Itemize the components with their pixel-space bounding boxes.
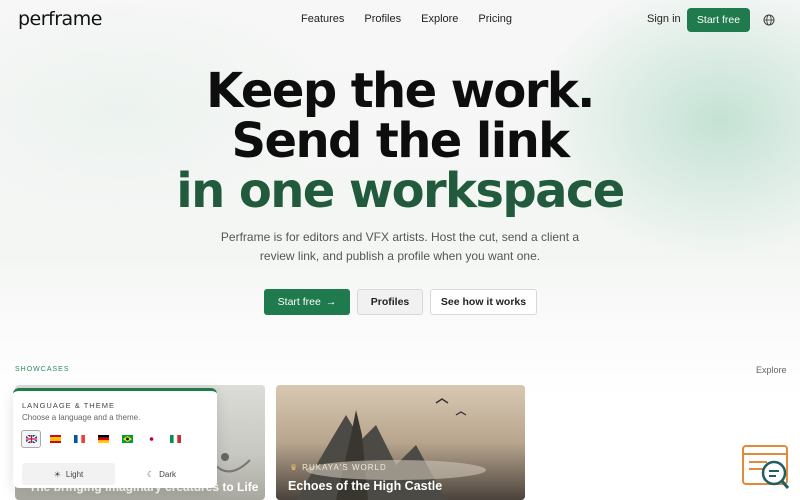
theme-light-button[interactable]: ☀ Light [22,463,115,485]
hero-subtitle: Perframe is for editors and VFX artists.… [220,230,580,263]
flag-fr-button[interactable] [69,430,89,448]
moon-icon: ☾ [146,469,155,479]
theme-dark-button[interactable]: ☾ Dark [115,463,208,485]
popover-title: LANGUAGE & THEME [22,401,115,410]
flag-it-button[interactable] [165,430,185,448]
brand-label: RUKAYA'S WORLD [302,463,387,472]
flag-pt-br-button[interactable] [117,430,137,448]
language-flags [21,430,185,448]
nav-links: Features Profiles Explore Pricing [301,13,512,25]
start-free-label: Start free [277,296,321,308]
nav-link-explore[interactable]: Explore [421,13,458,25]
sun-icon: ☀ [53,469,61,479]
theme-dark-label: Dark [159,469,177,479]
showcases-label: SHOWCASES [15,366,70,373]
top-nav: perframe Features Profiles Explore Prici… [0,0,800,40]
globe-icon[interactable] [763,14,775,26]
start-free-button[interactable]: Start free → [264,289,350,315]
brazil-flag-icon [121,435,133,443]
hero-title-line-2: Send the link [231,113,571,169]
language-theme-popover: LANGUAGE & THEME Choose a language and a… [13,388,217,488]
theme-toggle: ☀ Light ☾ Dark [22,463,208,485]
theme-light-label: Light [65,469,84,479]
nav-link-features[interactable]: Features [301,13,344,25]
showcase-card[interactable]: ♛ RUKAYA'S WORLD Echoes of the High Castl… [276,385,525,500]
italy-flag-icon [169,435,181,443]
flag-en-button[interactable] [21,430,41,448]
profiles-button[interactable]: Profiles [357,289,423,315]
see-how-it-works-button[interactable]: See how it works [430,289,537,315]
arrow-right-icon: → [325,296,337,308]
hero: Keep the work. Send the link in one work… [0,66,800,266]
showcase-card-title: Echoes of the High Castle [288,479,443,493]
nav-link-profiles[interactable]: Profiles [364,13,401,25]
france-flag-icon [73,435,85,443]
sign-in-link[interactable]: Sign in [647,13,681,25]
crown-icon: ♛ [290,463,299,472]
nav-link-pricing[interactable]: Pricing [478,13,512,25]
spain-flag-icon [49,435,61,443]
flag-ja-button[interactable] [141,430,161,448]
hero-title-line-1: Keep the work. [206,63,595,119]
start-free-nav-button[interactable]: Start free [687,8,750,32]
explore-showcases-link[interactable]: Explore [756,365,787,375]
germany-flag-icon [97,435,109,443]
hero-title-line-3: in one workspace [176,163,625,219]
uk-flag-icon [25,435,37,443]
showcase-card-brand: ♛ RUKAYA'S WORLD [290,463,387,472]
flag-es-button[interactable] [45,430,65,448]
logo[interactable]: perframe [18,8,102,30]
popover-subtitle: Choose a language and a theme. [22,413,141,422]
flag-de-button[interactable] [93,430,113,448]
help-widget-icon[interactable] [741,444,791,492]
japan-flag-icon [145,435,157,443]
